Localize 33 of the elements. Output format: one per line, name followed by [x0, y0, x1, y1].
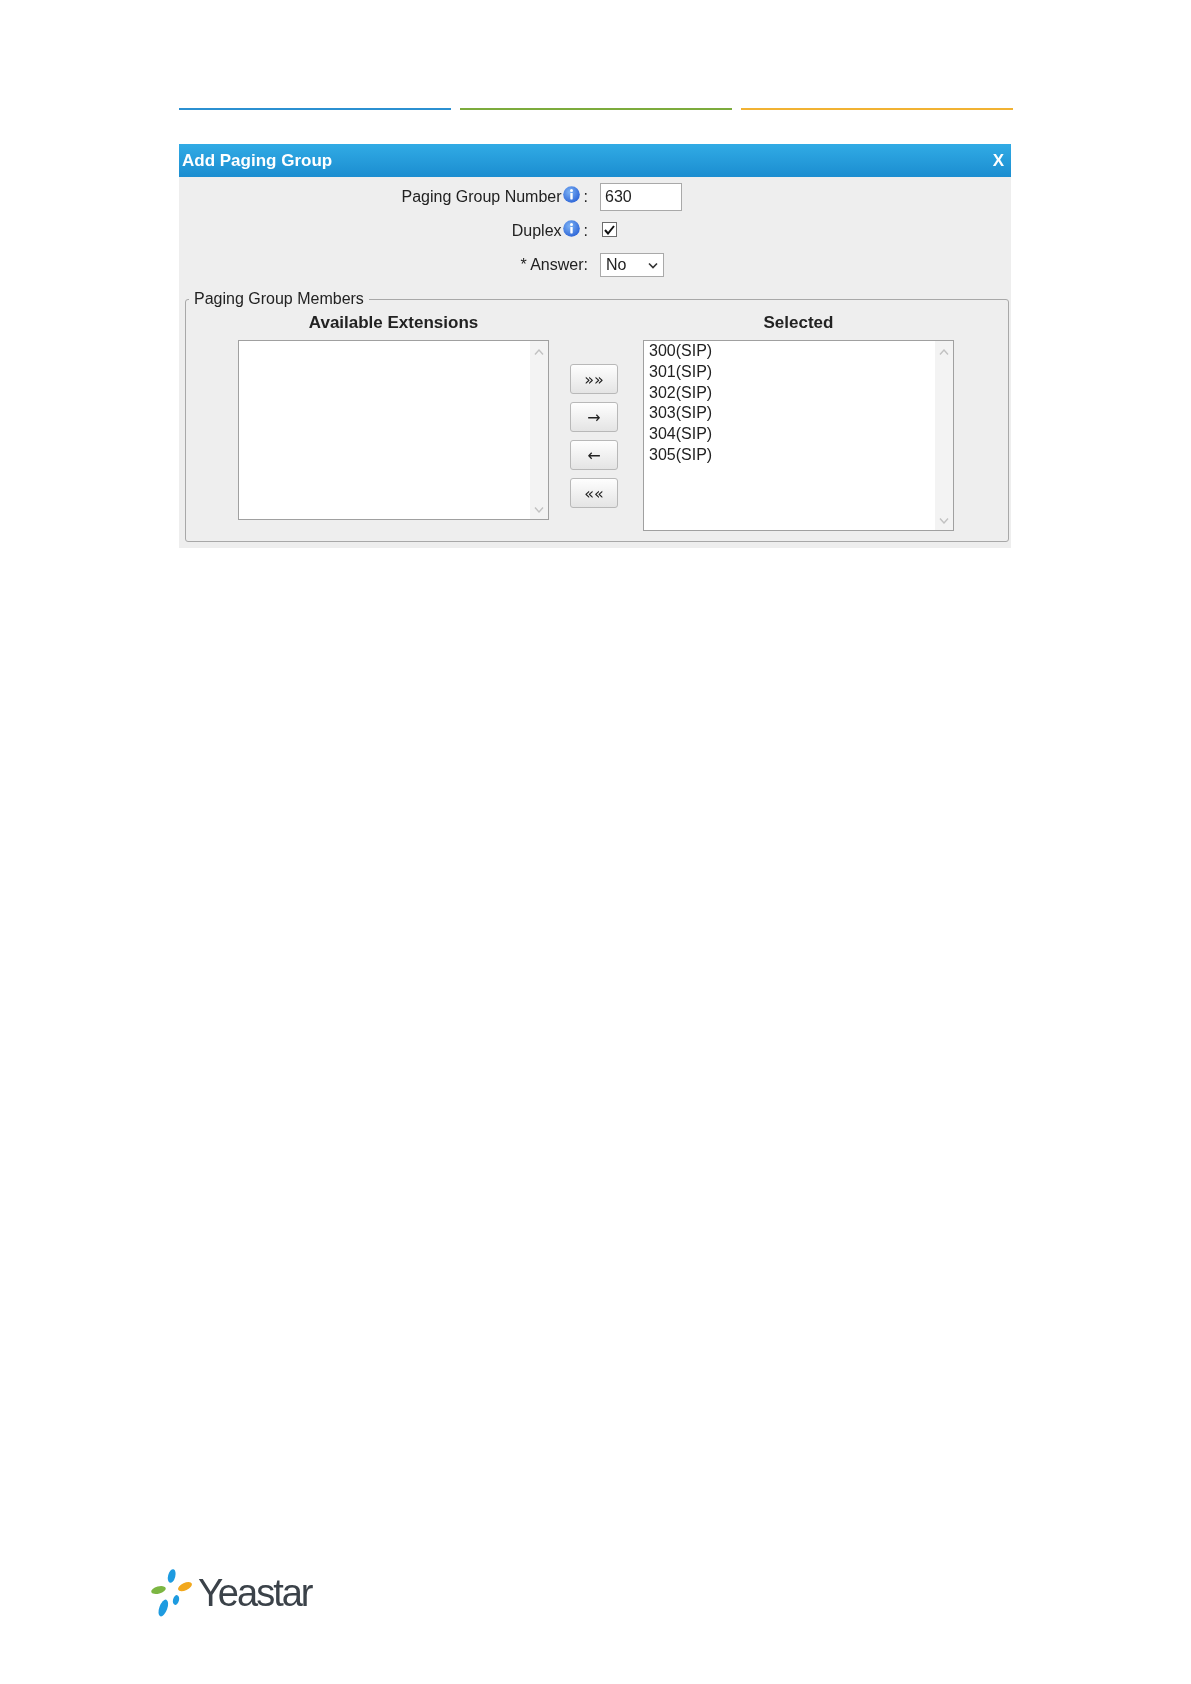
list-item[interactable]: 301(SIP) — [648, 361, 714, 383]
scrollbar[interactable] — [530, 341, 548, 519]
list-item[interactable]: 300(SIP) — [648, 341, 714, 362]
panel-legend: Paging Group Members — [189, 290, 369, 308]
chevron-down-icon[interactable] — [534, 507, 544, 513]
answer-select[interactable]: No — [600, 253, 664, 277]
caret-icon — [648, 261, 658, 269]
transfer-button[interactable]: ← — [570, 440, 618, 470]
chevron-up-icon[interactable] — [939, 349, 949, 355]
field-label: Paging Group Number — [401, 188, 562, 206]
label-colon: : — [583, 222, 588, 240]
column-heading: Available Extensions — [308, 313, 479, 333]
list-item[interactable]: 304(SIP) — [648, 424, 714, 445]
logo-text: Yeastar — [198, 1574, 312, 1612]
label-colon: : — [583, 188, 588, 206]
field-label: * Answer: — [520, 256, 588, 274]
transfer-button[interactable]: «« — [570, 478, 618, 508]
check-icon — [604, 224, 615, 235]
list-box[interactable]: 300(SIP) 301(SIP) 302(SIP) 303(SIP) 304(SIP) 305(SIP) — [643, 340, 954, 531]
chevron-down-icon[interactable] — [939, 518, 949, 524]
column-heading: Selected — [763, 313, 834, 333]
list-item[interactable]: 302(SIP) — [648, 382, 714, 404]
list-item[interactable]: 305(SIP) — [648, 445, 714, 466]
transfer-button[interactable]: »» — [570, 364, 618, 394]
checkbox[interactable] — [602, 222, 617, 237]
scrollbar[interactable] — [935, 341, 953, 530]
number-field[interactable]: 630 — [600, 183, 682, 211]
list-box[interactable] — [238, 340, 549, 520]
chevron-up-icon[interactable] — [534, 349, 544, 355]
transfer-button[interactable]: → — [570, 402, 618, 432]
field-label: Duplex — [511, 222, 562, 240]
list-item[interactable]: 303(SIP) — [648, 403, 714, 425]
dialog-title: Add Paging Group — [182, 150, 333, 171]
